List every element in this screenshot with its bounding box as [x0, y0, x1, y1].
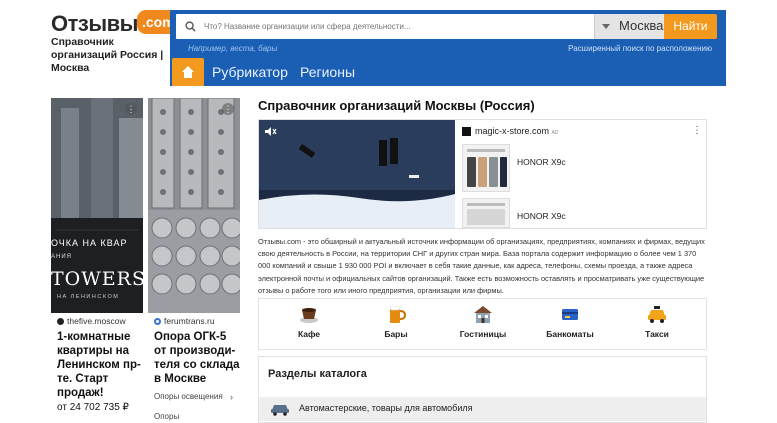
chevron-right-icon: › [230, 392, 233, 402]
ad-overlay-subtext: АНИЯ [51, 254, 72, 260]
mute-icon[interactable] [264, 126, 277, 137]
search-input[interactable] [176, 14, 594, 39]
ad-source: ferumtrans.ru [154, 316, 215, 326]
hotel-icon [474, 306, 492, 323]
nav-home[interactable] [172, 58, 204, 86]
video-ad[interactable]: magic-x-store.com AD ⋮ HONOR X9c HONOR X… [258, 119, 707, 229]
category-hotels[interactable]: Гостиницы [453, 303, 513, 339]
category-label: Кафе [297, 329, 321, 339]
store-name-label: magic-x-store.com [475, 126, 550, 136]
category-label: Гостиницы [459, 329, 507, 339]
advanced-search-link[interactable]: Расширенный поиск по расположению [568, 44, 712, 53]
beer-mug-icon [389, 305, 407, 323]
ad-image: ⋮ ОЧКА НА КВАР АНИЯ TOWERS НА ЛЕНИНСКОМ [51, 98, 143, 313]
section-item-auto[interactable]: Автомастерские, товары для автомобиля [259, 397, 706, 421]
store-name[interactable]: magic-x-store.com AD [475, 126, 558, 136]
search-hint: Например, веста, бары [188, 44, 278, 53]
car-icon [271, 405, 289, 416]
nav-item-regions[interactable]: Регионы [300, 64, 355, 80]
ad-options-icon[interactable]: ⋮ [125, 103, 137, 115]
ad-title[interactable]: Опора ОГК-5 от производи-теля со склада … [154, 330, 240, 386]
city-select[interactable]: Москва [594, 14, 664, 39]
ad-options-icon[interactable]: ⋮ [222, 103, 234, 115]
page-title: Справочник организаций Москвы (Россия) [258, 98, 535, 113]
product-thumbnail[interactable] [462, 144, 510, 192]
category-label: Бары [384, 329, 408, 339]
ad-video[interactable] [259, 120, 455, 228]
product-thumbnail[interactable] [462, 198, 510, 228]
nav-item-rubricator[interactable]: Рубрикатор [212, 64, 288, 80]
section-item-label: Автомастерские, товары для автомобиля [299, 403, 473, 413]
coffee-cup-icon [300, 308, 318, 323]
category-label: Банкоматы [546, 329, 594, 339]
site-logo[interactable]: Отзывы .com [51, 8, 180, 38]
search-icon [185, 21, 196, 32]
ad-overlay-text: ОЧКА НА КВАР [51, 238, 128, 248]
product-label[interactable]: HONOR X9c [517, 211, 566, 221]
ad-link-lighting[interactable]: Опоры освещения [154, 392, 223, 401]
search-button[interactable]: Найти [664, 14, 717, 39]
product-label[interactable]: HONOR X9c [517, 157, 566, 167]
category-cafe[interactable]: Кафе [279, 303, 339, 339]
catalog-sections: Разделы каталога Автомастерские, товары … [258, 356, 707, 423]
ad-price: от 24 702 735 ₽ [57, 402, 129, 413]
site-tagline: Справочник организаций Россия | Москва [51, 36, 164, 74]
category-label: Такси [645, 329, 669, 339]
category-taxi[interactable]: Такси [627, 303, 687, 339]
search-row: Москва Найти [176, 14, 718, 39]
header-bar: Москва Найти Например, веста, бары Расши… [170, 10, 726, 86]
city-select-label: Москва [619, 18, 664, 33]
sections-title: Разделы каталога [268, 368, 367, 380]
ad-source: thefive.moscow [57, 316, 126, 326]
store-logo-icon [462, 127, 471, 136]
source-favicon-icon [57, 318, 64, 325]
ad-mark: AD [551, 130, 559, 136]
logo-word: Отзывы [51, 11, 138, 36]
site-description: Отзывы.com - это обширный и актуальный и… [258, 237, 705, 295]
ad-card-apartments[interactable]: ⋮ ОЧКА НА КВАР АНИЯ TOWERS НА ЛЕНИНСКОМ … [51, 98, 143, 423]
source-favicon-icon [154, 318, 161, 325]
ad-image: ⋮ [148, 98, 240, 313]
ad-source-label: ferumtrans.ru [164, 316, 215, 326]
category-bars[interactable]: Бары [366, 303, 426, 339]
ad-card-poles[interactable]: ⋮ ferumtrans.ru Опора ОГК-5 от производи… [148, 98, 240, 423]
ad-brand-sub: НА ЛЕНИНСКОМ [57, 294, 120, 300]
ad-options-icon[interactable]: ⋮ [692, 125, 702, 136]
ad-source-label: thefive.moscow [67, 316, 126, 326]
popular-categories: Кафе Бары Гостиницы Банкоматы Такси [258, 298, 707, 350]
category-atm[interactable]: Банкоматы [540, 303, 600, 339]
atm-card-icon [562, 309, 578, 320]
chevron-down-icon [602, 24, 610, 29]
main-nav: Рубрикатор Регионы [170, 58, 726, 86]
ad-brand: TOWERS [51, 268, 143, 290]
ad-title[interactable]: 1-комнатные квартиры на Ленинском пр-те.… [57, 330, 143, 400]
taxi-icon [648, 306, 666, 323]
home-icon [182, 66, 194, 78]
ad-link-poles[interactable]: Опоры [154, 412, 179, 421]
